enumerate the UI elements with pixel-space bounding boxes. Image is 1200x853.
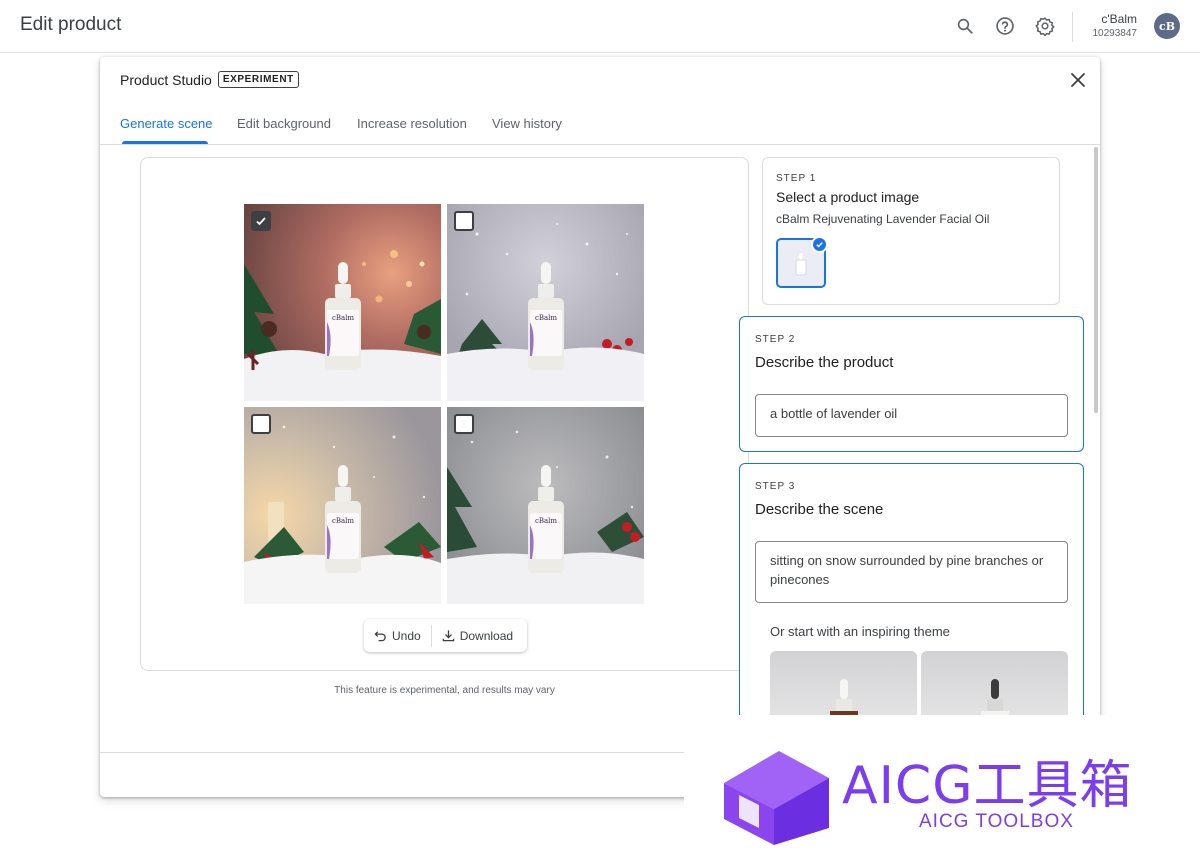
generated-image-tile[interactable]: cBalm (447, 407, 644, 604)
account-id: 10293847 (1092, 28, 1138, 39)
account-info[interactable]: c'Balm 10293847 (1093, 12, 1138, 39)
product-name: cBalm Rejuvenating Lavender Facial Oil (776, 212, 990, 226)
generated-image-tile[interactable]: cBalm (244, 407, 441, 604)
top-app-bar: Edit product c'Balm 10293847 cB (0, 0, 1200, 53)
tab-generate-scene[interactable]: Generate scene (120, 116, 213, 131)
product-bottle-image: cBalm (325, 262, 361, 370)
selected-check-icon (811, 236, 828, 253)
experiment-badge: EXPERIMENT (217, 71, 299, 88)
download-label: Download (459, 628, 514, 643)
step1-title: Select a product image (776, 189, 920, 205)
product-bottle-image: cBalm (528, 465, 564, 573)
avatar[interactable]: cB (1154, 13, 1180, 39)
watermark-subtext: AICG TOOLBOX (919, 811, 1074, 832)
step2-label: STEP 2 (755, 334, 796, 345)
experimental-disclaimer: This feature is experimental, and result… (334, 685, 555, 696)
product-studio-dialog: Product Studio EXPERIMENT Generate scene… (100, 57, 1100, 797)
selected-checkbox[interactable] (251, 211, 271, 231)
tab-increase-resolution[interactable]: Increase resolution (357, 116, 467, 131)
close-icon[interactable] (1068, 70, 1088, 90)
unselected-checkbox[interactable] (454, 211, 474, 231)
step1-card: STEP 1 Select a product image cBalm Reju… (762, 157, 1060, 305)
step2-card: STEP 2 Describe the product a bottle of … (739, 316, 1084, 452)
gear-icon[interactable] (1034, 15, 1056, 37)
tab-view-history[interactable]: View history (492, 116, 562, 131)
download-icon (442, 630, 454, 642)
product-bottle-image: cBalm (325, 465, 361, 573)
active-tab-indicator (122, 141, 208, 144)
generated-image-tile[interactable]: cBalm (447, 204, 644, 401)
generated-image-tile[interactable]: cBalm (244, 204, 441, 401)
step1-label: STEP 1 (776, 173, 817, 184)
watermark-text: AICG工具箱 (842, 756, 1133, 816)
svg-text:cBalm: cBalm (535, 517, 557, 525)
undo-button[interactable]: Undo (364, 629, 431, 643)
generated-images-panel: cBalm cBalm cBalm cBalm Undo Download (140, 157, 749, 671)
svg-text:cBalm: cBalm (332, 314, 354, 322)
unselected-checkbox[interactable] (454, 414, 474, 434)
help-icon[interactable] (994, 15, 1016, 37)
theme-prompt: Or start with an inspiring theme (770, 624, 950, 639)
dialog-title-text: Product Studio (120, 71, 212, 88)
step2-title: Describe the product (755, 354, 894, 371)
watermark: AICG工具箱 AICG TOOLBOX (684, 715, 1200, 853)
tab-edit-background[interactable]: Edit background (237, 116, 331, 131)
image-action-bar: Undo Download (364, 619, 527, 652)
download-button[interactable]: Download (432, 629, 523, 643)
dialog-title: Product Studio EXPERIMENT (120, 71, 299, 88)
svg-text:cBalm: cBalm (535, 314, 557, 322)
page-title: Edit product (20, 14, 122, 35)
undo-label: Undo (392, 628, 421, 643)
product-description-input[interactable]: a bottle of lavender oil (755, 394, 1068, 437)
svg-text:cBalm: cBalm (332, 517, 354, 525)
account-name: c'Balm (1101, 12, 1137, 26)
unselected-checkbox[interactable] (251, 414, 271, 434)
search-icon[interactable] (954, 15, 976, 37)
toolbox-logo-icon (724, 751, 829, 845)
step3-title: Describe the scene (755, 501, 884, 518)
step3-label: STEP 3 (755, 481, 796, 492)
product-thumbnail[interactable] (776, 236, 828, 288)
scene-description-input[interactable]: sitting on snow surrounded by pine branc… (755, 541, 1068, 603)
product-bottle-image: cBalm (528, 262, 564, 370)
dialog-scrollbar[interactable] (1094, 147, 1098, 413)
tab-bar: Generate scene Edit background Increase … (100, 109, 1100, 145)
account-divider (1072, 12, 1073, 42)
undo-icon (374, 631, 386, 642)
